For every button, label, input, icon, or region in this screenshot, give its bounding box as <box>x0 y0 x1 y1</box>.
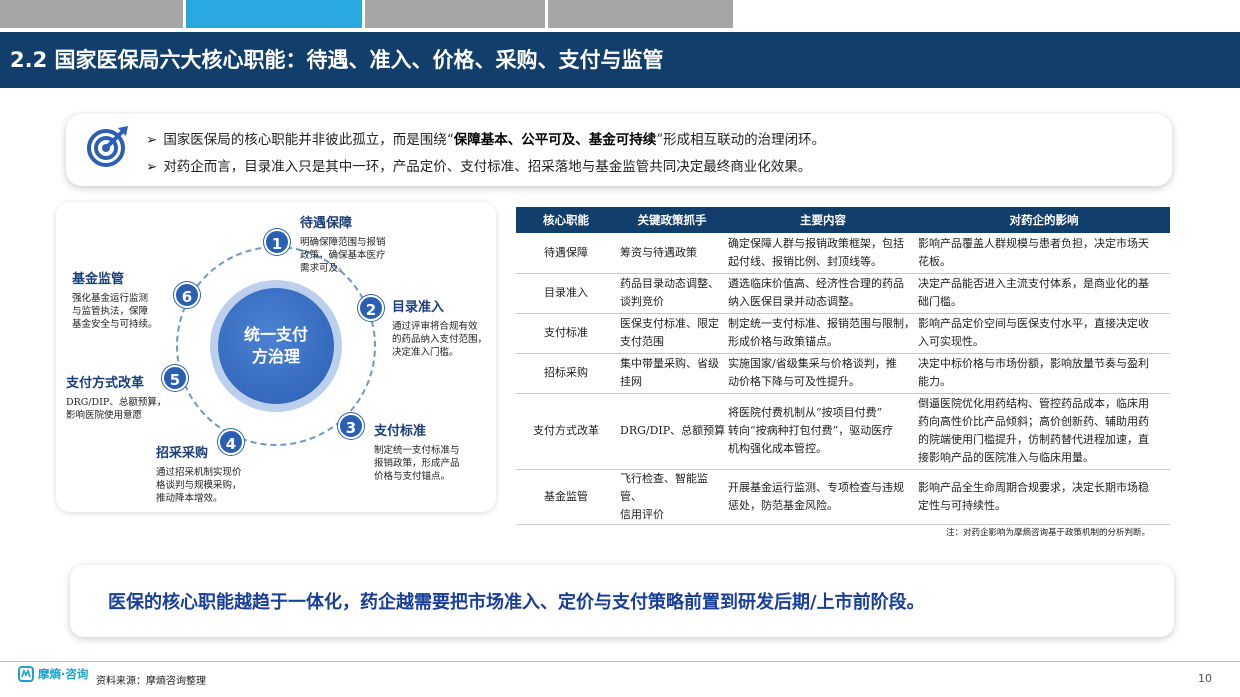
table-cell-role: 招标采购 <box>516 353 616 394</box>
logo-text: 摩熵·咨询 <box>38 667 89 681</box>
source-note: 资料来源：摩熵咨询整理 <box>96 676 206 687</box>
tab-1[interactable] <box>0 0 183 28</box>
node-number-4: 4 <box>218 429 244 455</box>
node-desc-2: 通过评审将合规有效 的药品纳入支付范围， 决定准入门槛。 <box>392 321 488 358</box>
core-circle: 统一支付 方治理 <box>218 288 334 404</box>
node-desc-5: DRG/DIP、总额预算， 影响医院使用意愿 <box>66 397 167 421</box>
summary-box <box>66 114 1172 186</box>
node-number-6: 6 <box>174 282 200 308</box>
table-cell-impact: 倒逼医院优化用药结构、管控药品成本，临床用 药向高性价比产品倾斜；高价创新药、辅助… <box>918 393 1170 470</box>
table-note: 注：对药企影响为摩熵咨询基于政策机制的分析判断。 <box>946 528 1151 538</box>
table-header: 对药企的影响 <box>918 207 1170 233</box>
section-tabs <box>0 0 1240 29</box>
bullet-1-post: ”形成相互联动的治理闭环。 <box>656 132 826 148</box>
table-row: 待遇保障 筹资与待遇政策 确定保障人群与报销政策框架，包括 起付线、报销比例、封顶… <box>516 233 1170 274</box>
arrow-bullet-icon: ➢ <box>146 132 158 148</box>
footer-divider <box>0 661 1240 662</box>
summary-bullet-1: ➢ 国家医保局的核心职能并非彼此孤立，而是围绕“保障基本、公平可及、基金可持续”形… <box>146 128 825 148</box>
company-logo: 摩熵·咨询 <box>18 666 88 682</box>
table-row: 支付标准 医保支付标准、限定 支付范围 制定统一支付标准、报销范围与限制， 形成价格… <box>516 313 1170 354</box>
arrow-bullet-icon: ➢ <box>146 159 158 175</box>
node-desc-6: 强化基金运行监测 与监管执法，保障 基金安全与可持续。 <box>72 293 158 330</box>
core-line-2: 方治理 <box>251 347 300 366</box>
table-cell-impact: 影响产品定价空间与医保支付水平，直接决定收 入可实现性。 <box>918 313 1170 354</box>
node-title-2: 目录准入 <box>392 300 445 315</box>
table-cell-content: 确定保障人群与报销政策框架，包括 起付线、报销比例、封顶线等。 <box>728 233 918 274</box>
node-desc-1: 明确保障范围与报销 政策，确保基本医疗 需求可及。 <box>300 237 386 274</box>
table-cell-role: 待遇保障 <box>516 233 616 274</box>
table-header: 主要内容 <box>728 207 918 233</box>
table-cell-tools: 集中带量采购、省级 挂网 <box>616 353 728 394</box>
functions-table: 核心职能 关键政策抓手 主要内容 对药企的影响 待遇保障 筹资与待遇政策 确定保… <box>516 207 1170 525</box>
table-row: 支付方式改革 DRG/DIP、总额预算 将医院付费机制从“按项目付费” 转向“按病… <box>516 393 1170 470</box>
table-cell-impact: 影响产品覆盖人群规模与患者负担，决定市场天 花板。 <box>918 233 1170 274</box>
page-title: 2.2 国家医保局六大核心职能：待遇、准入、价格、采购、支付与监管 <box>10 48 664 72</box>
table-cell-content: 制定统一支付标准、报销范围与限制， 形成价格与政策锚点。 <box>728 313 918 354</box>
logo-mark-icon <box>18 666 34 682</box>
page-number: 10 <box>1198 672 1212 685</box>
tab-4[interactable] <box>548 0 733 28</box>
table-row: 招标采购 集中带量采购、省级 挂网 实施国家/省级集采与价格谈判，推 动价格下降与可… <box>516 353 1170 394</box>
table-cell-content: 实施国家/省级集采与价格谈判，推 动价格下降与可及性提升。 <box>728 353 918 394</box>
table-cell-role: 基金监管 <box>516 469 616 525</box>
table-cell-tools: 医保支付标准、限定 支付范围 <box>616 313 728 354</box>
target-icon <box>87 126 128 167</box>
tab-3[interactable] <box>365 0 545 28</box>
node-number-5: 5 <box>162 365 188 391</box>
node-title-4: 招采采购 <box>156 446 209 461</box>
table-cell-content: 开展基金运行监测、专项检查与违规 惩处，防范基金风险。 <box>728 469 918 525</box>
summary-bullet-2: ➢ 对药企而言，目录准入只是其中一环，产品定价、支付标准、招采落地与基金监管共同决… <box>146 155 811 175</box>
table-row: 目录准入 药品目录动态调整、 谈判竞价 遴选临床价值高、经济性合理的药品 纳入医保目… <box>516 273 1170 314</box>
tab-2-active[interactable] <box>186 0 362 28</box>
table-cell-content: 将医院付费机制从“按项目付费” 转向“按病种打包付费”，驱动医疗 机构强化成本管控。 <box>728 393 918 470</box>
node-number-1: 1 <box>264 229 290 255</box>
table-header: 关键政策抓手 <box>616 207 728 233</box>
node-title-5: 支付方式改革 <box>66 376 145 391</box>
core-line-1: 统一支付 <box>243 325 308 344</box>
table-cell-tools: 药品目录动态调整、 谈判竞价 <box>616 273 728 314</box>
table-cell-role: 支付方式改革 <box>516 393 616 470</box>
node-desc-4: 通过招采机制实现价 格谈判与规模采购， 推动降本增效。 <box>156 467 242 504</box>
table-cell-tools: 飞行检查、智能监管、 信用评价 <box>616 469 728 525</box>
node-number-3: 3 <box>338 413 364 439</box>
table-header: 核心职能 <box>516 207 616 233</box>
node-number-2: 2 <box>358 295 384 321</box>
table-cell-impact: 决定产品能否进入主流支付体系，是商业化的基 础门槛。 <box>918 273 1170 314</box>
table-cell-role: 支付标准 <box>516 313 616 354</box>
node-desc-3: 制定统一支付标准与 报销政策，形成产品 价格与支付锚点。 <box>374 445 460 482</box>
node-title-1: 待遇保障 <box>300 216 353 231</box>
table-header-row: 核心职能 关键政策抓手 主要内容 对药企的影响 <box>516 207 1170 233</box>
table-cell-impact: 决定中标价格与市场份额，影响放量节奏与盈利 能力。 <box>918 353 1170 394</box>
table-cell-content: 遴选临床价值高、经济性合理的药品 纳入医保目录并动态调整。 <box>728 273 918 314</box>
bullet-1-bold: 保障基本、公平可及、基金可持续 <box>453 132 657 148</box>
conclusion-text: 医保的核心职能越趋于一体化，药企越需要把市场准入、定价与支付策略前置到研发后期/… <box>108 592 925 613</box>
table-cell-role: 目录准入 <box>516 273 616 314</box>
table-row: 基金监管 飞行检查、智能监管、 信用评价 开展基金运行监测、专项检查与违规 惩处，防… <box>516 469 1170 525</box>
node-title-6: 基金监管 <box>72 272 125 287</box>
table-cell-tools: 筹资与待遇政策 <box>616 233 728 274</box>
bullet-2-text: 对药企而言，目录准入只是其中一环，产品定价、支付标准、招采落地与基金监管共同决定… <box>163 159 812 175</box>
node-title-3: 支付标准 <box>374 424 427 439</box>
bullet-1-pre: 国家医保局的核心职能并非彼此孤立，而是围绕“ <box>163 132 454 148</box>
table-cell-impact: 影响产品全生命周期合规要求，决定长期市场稳 定性与可持续性。 <box>918 469 1170 525</box>
table-cell-tools: DRG/DIP、总额预算 <box>616 393 728 470</box>
